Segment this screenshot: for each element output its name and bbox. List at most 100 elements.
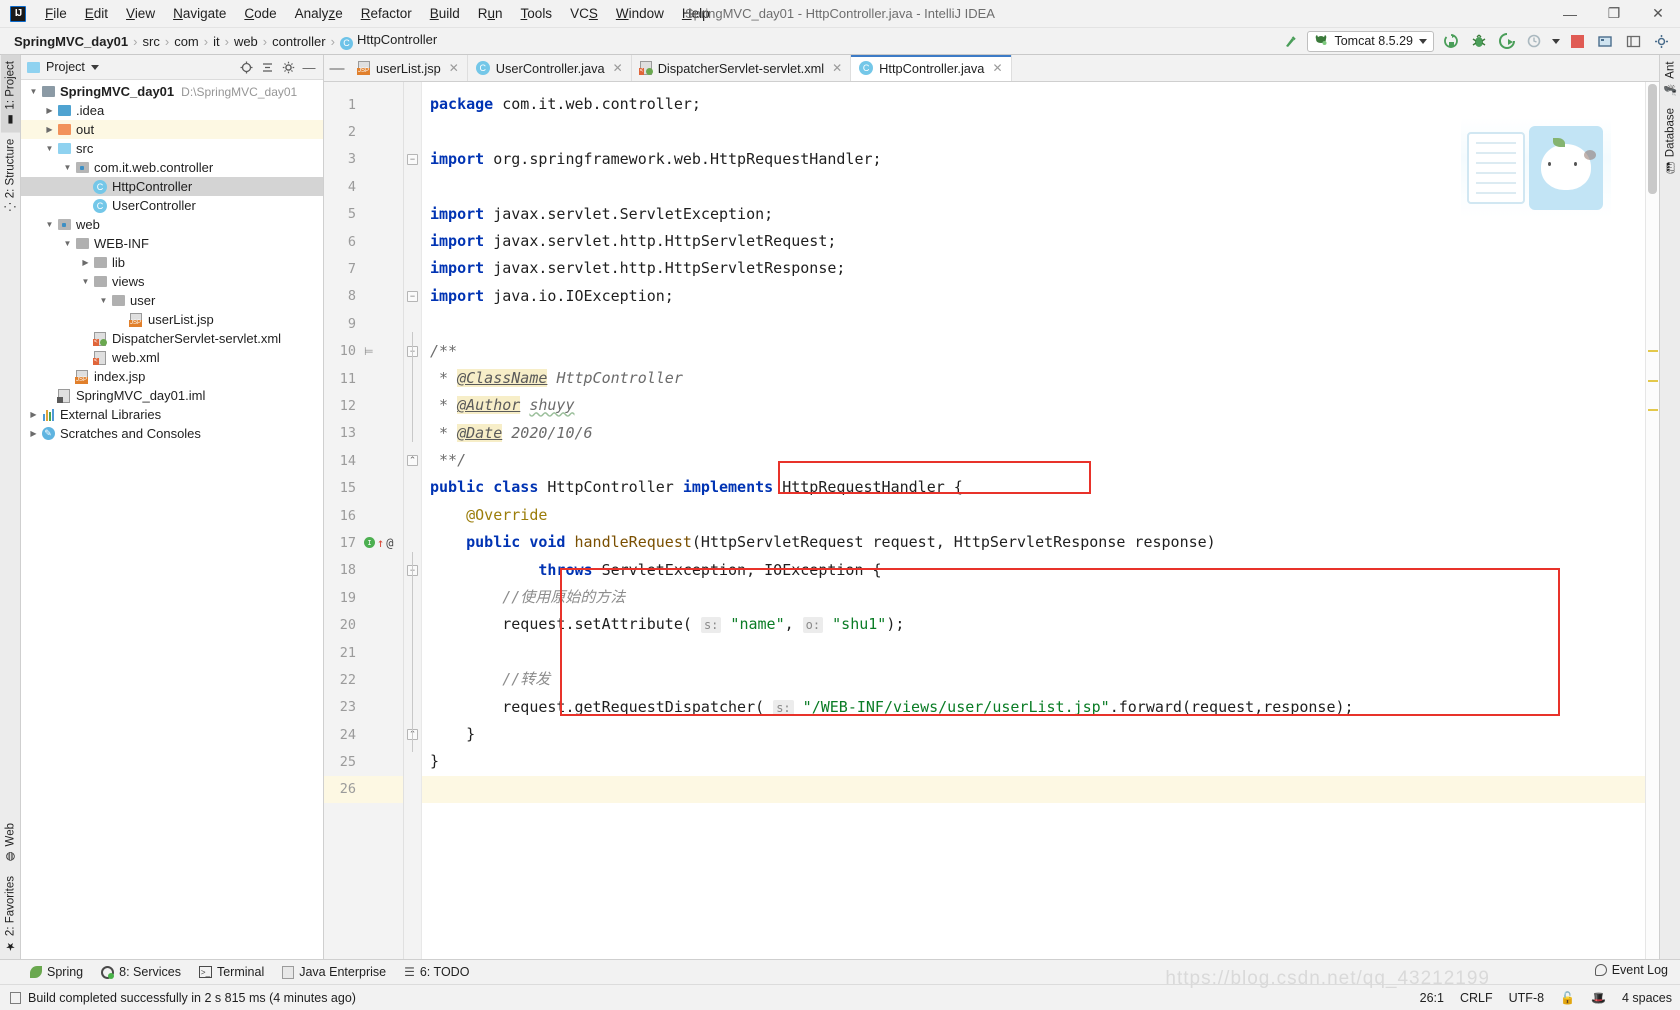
debug-button[interactable]: [1468, 31, 1490, 52]
tree-item-package[interactable]: ▼ com.it.web.controller: [21, 158, 323, 177]
bottom-item-todo[interactable]: ☰ 6: TODO: [404, 965, 469, 979]
menu-item-view[interactable]: View: [117, 2, 164, 25]
run-button[interactable]: [1440, 31, 1462, 52]
sidebar-item-database[interactable]: 🛢 Database: [1661, 102, 1680, 181]
file-encoding[interactable]: UTF-8: [1509, 991, 1544, 1005]
close-button[interactable]: ✕: [1636, 0, 1680, 28]
chevron-right-icon[interactable]: ▶: [27, 427, 40, 440]
bottom-item-spring[interactable]: Spring: [30, 965, 83, 979]
menu-item-refactor[interactable]: Refactor: [352, 2, 421, 25]
editor-marker-bar[interactable]: [1645, 82, 1659, 959]
maximize-button[interactable]: ❐: [1592, 0, 1636, 28]
fold-collapse-icon[interactable]: −: [407, 153, 418, 165]
fold-expand-icon[interactable]: ⌃: [407, 455, 418, 467]
tree-item-web-xml[interactable]: < web.xml: [21, 348, 323, 367]
tree-item-springmvc-day01[interactable]: ▼ SpringMVC_day01 D:\SpringMVC_day01: [21, 82, 323, 101]
breadcrumb-item-web[interactable]: web: [230, 33, 262, 50]
bottom-tool-strip[interactable]: Spring 8: Services >_ Terminal Java Ente…: [0, 959, 1680, 984]
menu-item-vcs[interactable]: VCS: [561, 2, 607, 25]
bottom-item-terminal[interactable]: >_ Terminal: [198, 965, 264, 979]
breadcrumb-item-project[interactable]: SpringMVC_day01: [10, 33, 132, 50]
menu-item-run[interactable]: Run: [469, 2, 512, 25]
sidebar-item-web[interactable]: ◍ Web: [1, 817, 20, 869]
sidebar-item-ant[interactable]: 🐜 Ant: [1661, 55, 1680, 102]
chevron-down-icon[interactable]: ▼: [27, 85, 40, 98]
run-configuration-selector[interactable]: Tomcat 8.5.29: [1307, 30, 1434, 52]
chevron-down-icon[interactable]: ▼: [79, 275, 92, 288]
fold-collapse-icon[interactable]: −: [407, 290, 418, 302]
profile-button[interactable]: [1524, 31, 1546, 52]
editor-tab-bar[interactable]: — JSP userList.jsp ✕ C UserController.ja…: [324, 55, 1659, 82]
chevron-right-icon[interactable]: ▶: [43, 104, 56, 117]
tree-item-user[interactable]: ▼ user: [21, 291, 323, 310]
tree-item-web-inf[interactable]: ▼ WEB-INF: [21, 234, 323, 253]
tree-item-out[interactable]: ▶ out: [21, 120, 323, 139]
tree-item-iml[interactable]: SpringMVC_day01.iml: [21, 386, 323, 405]
bottom-item-services[interactable]: 8: Services: [101, 965, 181, 979]
collapse-all-icon[interactable]: [259, 59, 275, 75]
tree-item-lib[interactable]: ▶ lib: [21, 253, 323, 272]
breadcrumb-item-src[interactable]: src: [139, 33, 164, 50]
menu-item-window[interactable]: Window: [607, 2, 673, 25]
indent-setting[interactable]: 4 spaces: [1622, 991, 1672, 1005]
menu-item-build[interactable]: Build: [421, 2, 469, 25]
editor-gutter[interactable]: 1 2 3 4 5 6 7 8 9 10 ⊨ 11 12 13 14 15 16…: [324, 82, 404, 959]
close-icon[interactable]: ✕: [832, 61, 842, 75]
sidebar-item-favorites[interactable]: ★ 2: Favorites: [1, 870, 20, 959]
chevron-right-icon[interactable]: ▶: [79, 256, 92, 269]
tab-httpcontroller-java[interactable]: C HttpController.java ✕: [851, 55, 1012, 81]
minimize-button[interactable]: —: [1548, 0, 1592, 28]
bottom-item-java-enterprise[interactable]: Java Enterprise: [282, 965, 386, 979]
menu-item-tools[interactable]: Tools: [512, 2, 562, 25]
line-separator[interactable]: CRLF: [1460, 991, 1493, 1005]
tree-item-external-libraries[interactable]: ▶ External Libraries: [21, 405, 323, 424]
close-icon[interactable]: ✕: [449, 61, 459, 75]
stop-button[interactable]: [1566, 31, 1588, 52]
caret-position[interactable]: 26:1: [1420, 991, 1444, 1005]
breadcrumb-item-com[interactable]: com: [170, 33, 203, 50]
menu-item-file[interactable]: File: [36, 2, 76, 25]
tree-item-httpcontroller[interactable]: C HttpController: [21, 177, 323, 196]
chevron-right-icon[interactable]: ▶: [43, 123, 56, 136]
inspection-icon[interactable]: 🎩: [1591, 991, 1606, 1005]
code-text[interactable]: package com.it.web.controller; import or…: [422, 82, 1645, 959]
menu-item-analyze[interactable]: Analyze: [286, 2, 352, 25]
tree-item-usercontroller[interactable]: C UserController: [21, 196, 323, 215]
tree-item-idea[interactable]: ▶ .idea: [21, 101, 323, 120]
tree-item-src[interactable]: ▼ src: [21, 139, 323, 158]
sidebar-item-structure[interactable]: ⁛ 2: Structure: [1, 133, 20, 217]
hide-panel-icon[interactable]: —: [301, 59, 317, 75]
run-with-coverage-button[interactable]: [1496, 31, 1518, 52]
sidebar-item-project[interactable]: ▮ 1: Project: [0, 55, 20, 133]
chevron-right-icon[interactable]: ▶: [27, 408, 40, 421]
settings-gear-icon[interactable]: [280, 59, 296, 75]
breadcrumb-item-controller[interactable]: controller: [268, 33, 329, 50]
chevron-down-icon[interactable]: ▼: [43, 218, 56, 231]
event-log-button[interactable]: Event Log: [1594, 963, 1668, 977]
gutter-line-override[interactable]: 17 I ↑ @: [324, 529, 403, 556]
chevron-down-icon[interactable]: ▼: [61, 237, 74, 250]
build-project-icon[interactable]: [1279, 31, 1301, 52]
collapse-tabs-icon[interactable]: —: [324, 55, 350, 81]
tree-item-userlist-jsp[interactable]: JSP userList.jsp: [21, 310, 323, 329]
tree-item-dispatcher-xml[interactable]: < DispatcherServlet-servlet.xml: [21, 329, 323, 348]
lock-icon[interactable]: 🔓: [1560, 991, 1575, 1005]
chevron-down-icon[interactable]: [1419, 38, 1427, 44]
chevron-down-icon[interactable]: ▼: [61, 161, 74, 174]
window-controls[interactable]: — ❐ ✕: [1548, 0, 1680, 28]
chevron-down-icon[interactable]: ▼: [97, 294, 110, 307]
tab-userlist-jsp[interactable]: JSP userList.jsp ✕: [350, 55, 468, 81]
menu-item-help[interactable]: Help: [673, 2, 719, 25]
project-tree[interactable]: ▼ SpringMVC_day01 D:\SpringMVC_day01 ▶ .…: [21, 80, 323, 959]
tree-item-web[interactable]: ▼ web: [21, 215, 323, 234]
chevron-down-icon[interactable]: [90, 64, 99, 70]
locate-file-icon[interactable]: [238, 59, 254, 75]
search-everywhere-icon[interactable]: [1594, 31, 1616, 52]
editor-scrollbar-thumb[interactable]: [1648, 84, 1657, 194]
tree-item-scratches[interactable]: ▶ ✎ Scratches and Consoles: [21, 424, 323, 443]
tree-item-views[interactable]: ▼ views: [21, 272, 323, 291]
tree-item-index-jsp[interactable]: JSP index.jsp: [21, 367, 323, 386]
breadcrumb[interactable]: SpringMVC_day01 › src › com › it › web ›…: [10, 31, 441, 51]
layout-icon[interactable]: [1622, 31, 1644, 52]
menu-item-edit[interactable]: Edit: [76, 2, 117, 25]
